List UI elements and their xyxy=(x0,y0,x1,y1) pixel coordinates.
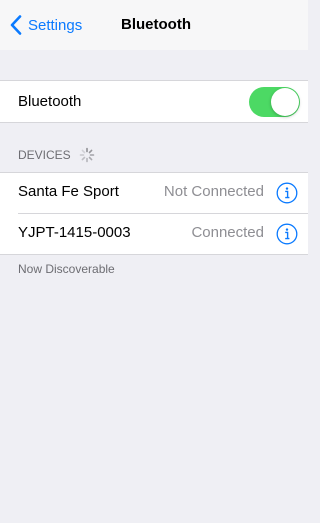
spinner-icon xyxy=(79,147,94,163)
info-icon xyxy=(276,223,298,245)
device-name: Santa Fe Sport xyxy=(18,183,119,200)
devices-header-label: DEVICES xyxy=(18,148,71,162)
device-name: YJPT-1415-0003 xyxy=(18,224,131,241)
bluetooth-label: Bluetooth xyxy=(18,93,82,110)
info-icon xyxy=(276,182,298,204)
device-row-santa-fe-sport[interactable]: Santa Fe Sport Not Connected xyxy=(0,173,308,213)
page-title: Bluetooth xyxy=(121,16,191,33)
bluetooth-toggle[interactable] xyxy=(249,87,300,117)
device-status: Not Connected xyxy=(163,183,264,200)
info-button[interactable] xyxy=(276,182,298,204)
discoverable-status-text: Now Discoverable xyxy=(18,262,115,276)
toggle-knob xyxy=(271,88,299,116)
navigation-bar: Settings Bluetooth xyxy=(0,0,308,50)
bluetooth-toggle-row: Bluetooth xyxy=(0,80,308,123)
info-button[interactable] xyxy=(276,223,298,245)
device-list: Santa Fe Sport Not Connected YJPT-1415-0… xyxy=(0,172,308,255)
devices-section-header: DEVICES xyxy=(18,147,95,163)
device-status: Connected xyxy=(191,224,264,241)
device-row-yjpt-1415-0003[interactable]: YJPT-1415-0003 Connected xyxy=(18,213,308,254)
